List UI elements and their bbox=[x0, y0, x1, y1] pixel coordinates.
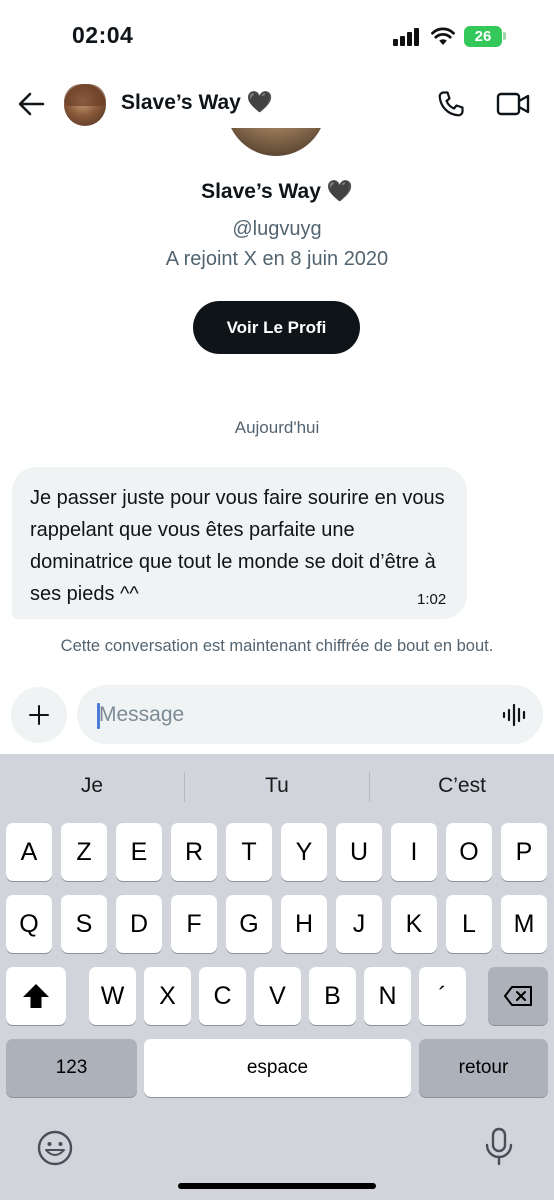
key-s[interactable]: S bbox=[61, 895, 107, 953]
numbers-key[interactable]: 123 bbox=[6, 1039, 137, 1097]
suggestion-1[interactable]: Je bbox=[0, 774, 184, 798]
heart-emoji: 🖤 bbox=[326, 180, 353, 203]
emoji-icon[interactable] bbox=[36, 1129, 74, 1167]
key-c[interactable]: C bbox=[199, 967, 246, 1025]
shift-key[interactable] bbox=[6, 967, 66, 1025]
shift-arrow-icon bbox=[23, 984, 49, 1008]
profile-name-text: Slave’s Way bbox=[201, 180, 321, 203]
key-h[interactable]: H bbox=[281, 895, 327, 953]
message-input[interactable] bbox=[77, 685, 543, 744]
key-p[interactable]: P bbox=[501, 823, 547, 881]
status-time: 02:04 bbox=[72, 22, 134, 48]
key-j[interactable]: J bbox=[336, 895, 382, 953]
delete-key[interactable] bbox=[488, 967, 548, 1025]
home-indicator bbox=[178, 1183, 376, 1189]
key-n[interactable]: N bbox=[364, 967, 411, 1025]
message-text: Je passer juste pour vous faire sourire … bbox=[30, 487, 445, 605]
day-separator: Aujourd'hui bbox=[234, 418, 320, 437]
key-g[interactable]: G bbox=[226, 895, 272, 953]
key-o[interactable]: O bbox=[446, 823, 492, 881]
profile-avatar[interactable] bbox=[226, 128, 326, 156]
key-r[interactable]: R bbox=[171, 823, 217, 881]
key-m[interactable]: M bbox=[501, 895, 547, 953]
suggestion-2[interactable]: Tu bbox=[185, 774, 369, 798]
encryption-notice: Cette conversation est maintenant chiffr… bbox=[60, 637, 494, 655]
key-v[interactable]: V bbox=[254, 967, 301, 1025]
key-l[interactable]: L bbox=[446, 895, 492, 953]
message-time: 1:02 bbox=[417, 591, 447, 608]
key-a[interactable]: A bbox=[6, 823, 52, 881]
heart-emoji: 🖤 bbox=[246, 91, 273, 114]
battery-icon: 26 bbox=[464, 26, 502, 47]
key-k[interactable]: K bbox=[391, 895, 437, 953]
return-key[interactable]: retour bbox=[419, 1039, 548, 1097]
text-caret bbox=[97, 703, 100, 729]
key-y[interactable]: Y bbox=[281, 823, 327, 881]
profile-joined-date: A rejoint X en 8 juin 2020 bbox=[165, 248, 389, 270]
key-z[interactable]: Z bbox=[61, 823, 107, 881]
key-acute-accent[interactable]: ´ bbox=[419, 967, 466, 1025]
profile-handle: @lugvuyg bbox=[232, 218, 322, 240]
phone-icon[interactable] bbox=[436, 89, 466, 119]
key-f[interactable]: F bbox=[171, 895, 217, 953]
battery-tip bbox=[503, 32, 506, 40]
view-profile-button[interactable]: Voir Le Profi bbox=[193, 301, 360, 354]
key-e[interactable]: E bbox=[116, 823, 162, 881]
key-d[interactable]: D bbox=[116, 895, 162, 953]
key-x[interactable]: X bbox=[144, 967, 191, 1025]
video-camera-icon[interactable] bbox=[496, 91, 530, 117]
avatar-hair bbox=[64, 84, 106, 106]
header-name-text: Slave’s Way bbox=[121, 91, 241, 114]
space-key[interactable]: espace bbox=[144, 1039, 411, 1097]
microphone-icon[interactable] bbox=[484, 1127, 514, 1167]
key-u[interactable]: U bbox=[336, 823, 382, 881]
suggestion-3[interactable]: C’est bbox=[370, 774, 554, 798]
backspace-icon bbox=[504, 986, 532, 1006]
key-w[interactable]: W bbox=[89, 967, 136, 1025]
voice-message-icon[interactable] bbox=[502, 704, 528, 726]
key-t[interactable]: T bbox=[226, 823, 272, 881]
key-q[interactable]: Q bbox=[6, 895, 52, 953]
key-i[interactable]: I bbox=[391, 823, 437, 881]
header-name[interactable]: Slave’s Way 🖤 bbox=[121, 91, 273, 115]
wifi-icon bbox=[431, 27, 455, 45]
profile-name: Slave’s Way 🖤 bbox=[0, 180, 554, 204]
add-attachment-button[interactable] bbox=[11, 687, 67, 743]
key-b[interactable]: B bbox=[309, 967, 356, 1025]
signal-icon bbox=[393, 28, 419, 46]
back-arrow-icon[interactable] bbox=[16, 89, 46, 119]
